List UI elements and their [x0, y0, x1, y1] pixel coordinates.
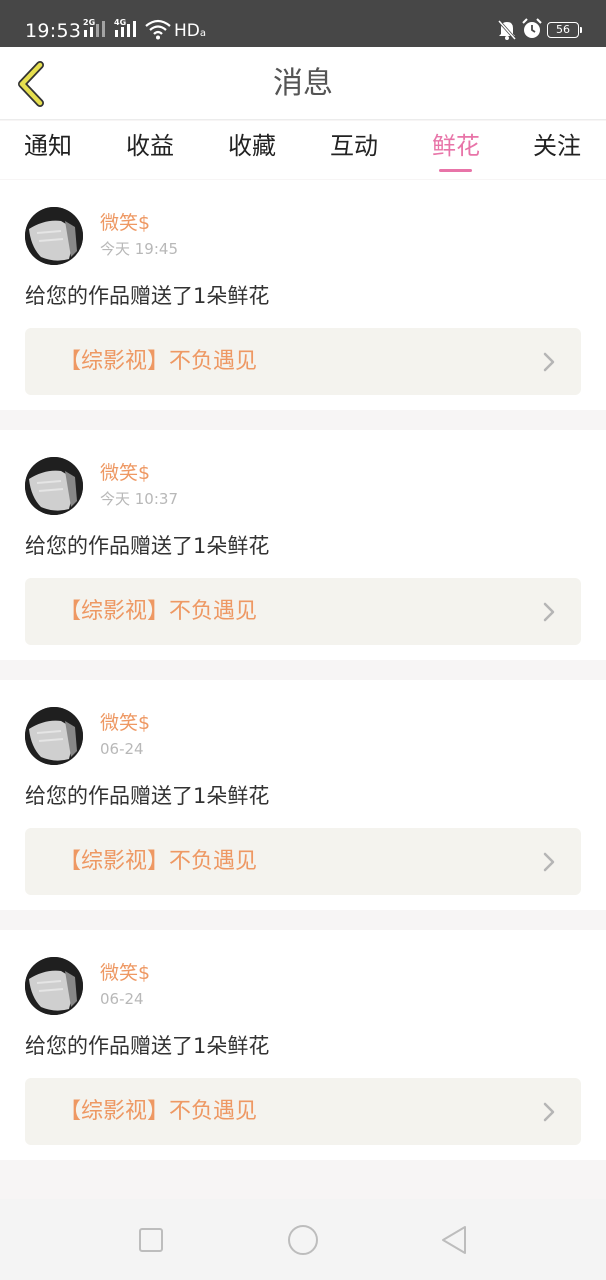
message-text: 给您的作品赠送了1朵鲜花: [25, 534, 270, 558]
work-title: 【综影视】不负遇见: [59, 349, 258, 374]
network-sub-label: a: [199, 28, 207, 39]
avatar-image: [25, 957, 83, 1015]
avatar-image: [25, 207, 83, 265]
signal-2g-icon: 2G: [83, 18, 109, 40]
status-time: 19:53: [25, 20, 82, 42]
circle-icon: [288, 1225, 318, 1255]
work-link[interactable]: 【综影视】不负遇见: [25, 1078, 581, 1145]
chevron-right-icon: [543, 352, 555, 372]
avatar[interactable]: [25, 707, 83, 765]
message-time: 06-24: [100, 740, 144, 758]
battery-icon: 56: [547, 22, 582, 38]
message-time: 今天 19:45: [100, 240, 178, 258]
avatar-image: [25, 457, 83, 515]
sender-name[interactable]: 微笑$: [100, 711, 150, 735]
tab-earnings[interactable]: 收益: [126, 129, 174, 163]
work-link[interactable]: 【综影视】不负遇见: [25, 578, 581, 645]
sender-name[interactable]: 微笑$: [100, 961, 150, 985]
tab-flowers[interactable]: 鲜花: [432, 129, 480, 163]
message-card: 微笑$ 今天 19:45 给您的作品赠送了1朵鲜花 【综影视】不负遇见: [0, 180, 606, 410]
message-time: 今天 10:37: [100, 490, 178, 508]
square-icon: [139, 1228, 163, 1252]
work-title: 【综影视】不负遇见: [59, 849, 258, 874]
tab-notifications[interactable]: 通知: [24, 129, 72, 163]
work-title: 【综影视】不负遇见: [59, 599, 258, 624]
system-nav-bar: [0, 1199, 606, 1280]
status-bar: 19:53 2G 4G HDa 56: [0, 0, 606, 47]
message-text: 给您的作品赠送了1朵鲜花: [25, 1034, 270, 1058]
sender-name[interactable]: 微笑$: [100, 461, 150, 485]
page-title: 消息: [273, 66, 333, 101]
system-back-button[interactable]: [438, 1223, 472, 1257]
avatar-image: [25, 707, 83, 765]
work-title: 【综影视】不负遇见: [59, 1099, 258, 1124]
message-card: 微笑$ 今天 10:37 给您的作品赠送了1朵鲜花 【综影视】不负遇见: [0, 430, 606, 660]
home-button[interactable]: [286, 1223, 320, 1257]
alarm-icon: [521, 18, 543, 40]
active-tab-indicator: [439, 169, 472, 172]
wifi-icon: [145, 18, 171, 40]
recent-apps-button[interactable]: [134, 1223, 168, 1257]
message-text: 给您的作品赠送了1朵鲜花: [25, 284, 270, 308]
notification-mute-icon: [497, 19, 517, 41]
network-indicator: HDa: [174, 20, 206, 45]
tab-favorites[interactable]: 收藏: [228, 129, 276, 163]
signal-4g-icon: 4G: [114, 18, 140, 40]
sender-name[interactable]: 微笑$: [100, 211, 150, 235]
avatar[interactable]: [25, 207, 83, 265]
work-link[interactable]: 【综影视】不负遇见: [25, 828, 581, 895]
tab-bar: 通知 收益 收藏 互动 鲜花 关注: [0, 121, 606, 179]
chevron-right-icon: [543, 852, 555, 872]
signal-2g-label: 2G: [83, 18, 96, 27]
chevron-right-icon: [543, 1102, 555, 1122]
tab-follows[interactable]: 关注: [533, 129, 581, 163]
chevron-right-icon: [543, 602, 555, 622]
avatar[interactable]: [25, 457, 83, 515]
message-card: 微笑$ 06-24 给您的作品赠送了1朵鲜花 【综影视】不负遇见: [0, 930, 606, 1160]
message-time: 06-24: [100, 990, 144, 1008]
signal-4g-label: 4G: [114, 18, 127, 27]
tab-interactions[interactable]: 互动: [330, 129, 378, 163]
work-link[interactable]: 【综影视】不负遇见: [25, 328, 581, 395]
network-label: HD: [174, 21, 200, 41]
avatar[interactable]: [25, 957, 83, 1015]
triangle-back-icon: [442, 1226, 466, 1254]
message-text: 给您的作品赠送了1朵鲜花: [25, 784, 270, 808]
message-card: 微笑$ 06-24 给您的作品赠送了1朵鲜花 【综影视】不负遇见: [0, 680, 606, 910]
header-bar: 消息: [0, 47, 606, 120]
battery-level: 56: [556, 23, 570, 36]
